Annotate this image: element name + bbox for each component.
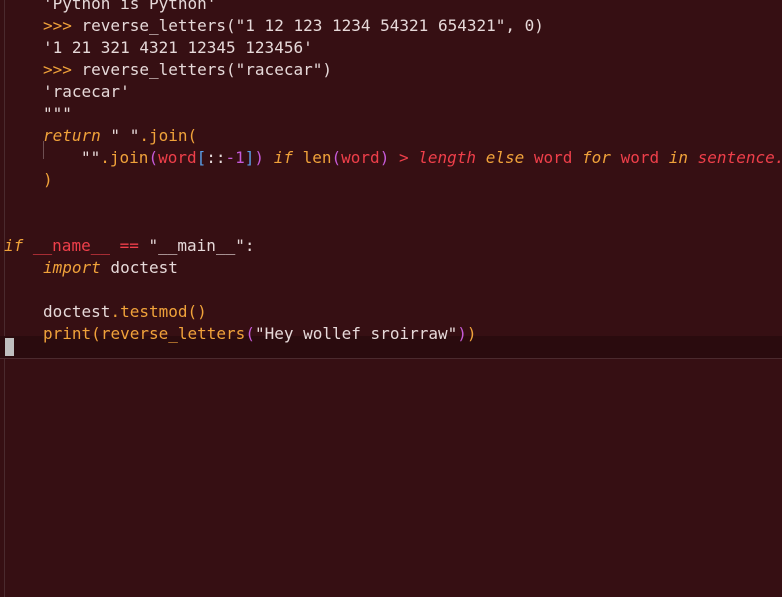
code-line[interactable]: """	[43, 103, 72, 125]
code-token: for	[582, 148, 611, 167]
indent-guide	[4, 0, 5, 597]
code-token: " "	[100, 126, 140, 145]
text-cursor	[5, 338, 14, 356]
code-token: reverse_letters	[100, 324, 246, 343]
code-token: (	[91, 324, 101, 343]
code-token: (	[187, 126, 198, 145]
code-line[interactable]: import doctest	[43, 257, 178, 279]
code-token: sentence.	[697, 148, 782, 167]
code-token: -1	[225, 148, 245, 167]
code-token: (	[245, 324, 255, 343]
code-token: if	[4, 236, 24, 255]
code-token: ]	[244, 148, 255, 167]
code-token: "Hey wollef sroirraw"	[254, 324, 458, 343]
code-token: reverse_letters("racecar")	[81, 60, 332, 79]
code-token: ()	[187, 302, 207, 321]
code-line[interactable]: print(reverse_letters("Hey wollef sroirr…	[43, 323, 477, 345]
code-line[interactable]: '1 21 321 4321 12345 123456'	[43, 37, 313, 59]
code-token: print	[43, 324, 92, 343]
code-line[interactable]: doctest.testmod()	[43, 301, 207, 323]
code-token: )	[43, 170, 53, 189]
code-line[interactable]: 'Python is Python'	[43, 0, 216, 15]
code-token: )	[457, 324, 467, 343]
code-token: ""	[81, 148, 101, 167]
code-token: if	[273, 148, 293, 167]
code-token: length	[418, 148, 477, 167]
code-token: "__main__":	[138, 236, 255, 255]
code-token: >	[398, 148, 409, 167]
code-line[interactable]: )	[43, 169, 53, 191]
code-token: [	[196, 148, 207, 167]
code-token: import	[43, 258, 101, 277]
code-line[interactable]: 'racecar'	[43, 81, 130, 103]
code-token: word	[158, 148, 197, 167]
code-token: (	[148, 148, 159, 167]
code-token: doctest	[100, 258, 178, 277]
code-token: word	[341, 148, 380, 167]
code-token: doctest	[43, 302, 111, 321]
code-token: >>>	[43, 16, 82, 35]
code-token: )	[254, 148, 265, 167]
code-token: else	[485, 148, 525, 167]
code-token: len	[302, 148, 332, 167]
code-token: return	[43, 126, 101, 145]
code-token: 'Python is Python'	[43, 0, 217, 13]
code-token: ==	[119, 236, 139, 255]
code-line[interactable]: "".join(word[::-1]) if len(word) > lengt…	[81, 147, 782, 169]
code-token: """	[43, 104, 72, 123]
code-token: '1 21 321 4321 12345 123456'	[43, 38, 313, 57]
code-token: ::	[206, 148, 226, 167]
code-token: reverse_letters("1 12 123 1234 54321 654…	[81, 16, 544, 35]
code-token: )	[466, 324, 477, 343]
code-token: word	[620, 148, 660, 167]
code-token: .testmod	[110, 302, 188, 321]
code-token: in	[668, 148, 689, 167]
code-line[interactable]: >>> reverse_letters("racecar")	[43, 59, 332, 81]
code-line[interactable]: >>> reverse_letters("1 12 123 1234 54321…	[43, 15, 544, 37]
code-token: .join	[100, 148, 149, 167]
code-token: )	[379, 148, 390, 167]
code-token: >>>	[43, 60, 82, 79]
code-editor[interactable]: 'Python is Python' >>> reverse_letters("1…	[0, 0, 782, 597]
code-line[interactable]: return " ".join(	[43, 125, 197, 147]
code-token: (	[331, 148, 342, 167]
code-token: .join	[139, 126, 188, 145]
code-line[interactable]: if __name__ == "__main__":	[4, 235, 254, 257]
code-token: __name__	[32, 236, 110, 255]
code-token: word	[533, 148, 573, 167]
code-token: 'racecar'	[43, 82, 130, 101]
